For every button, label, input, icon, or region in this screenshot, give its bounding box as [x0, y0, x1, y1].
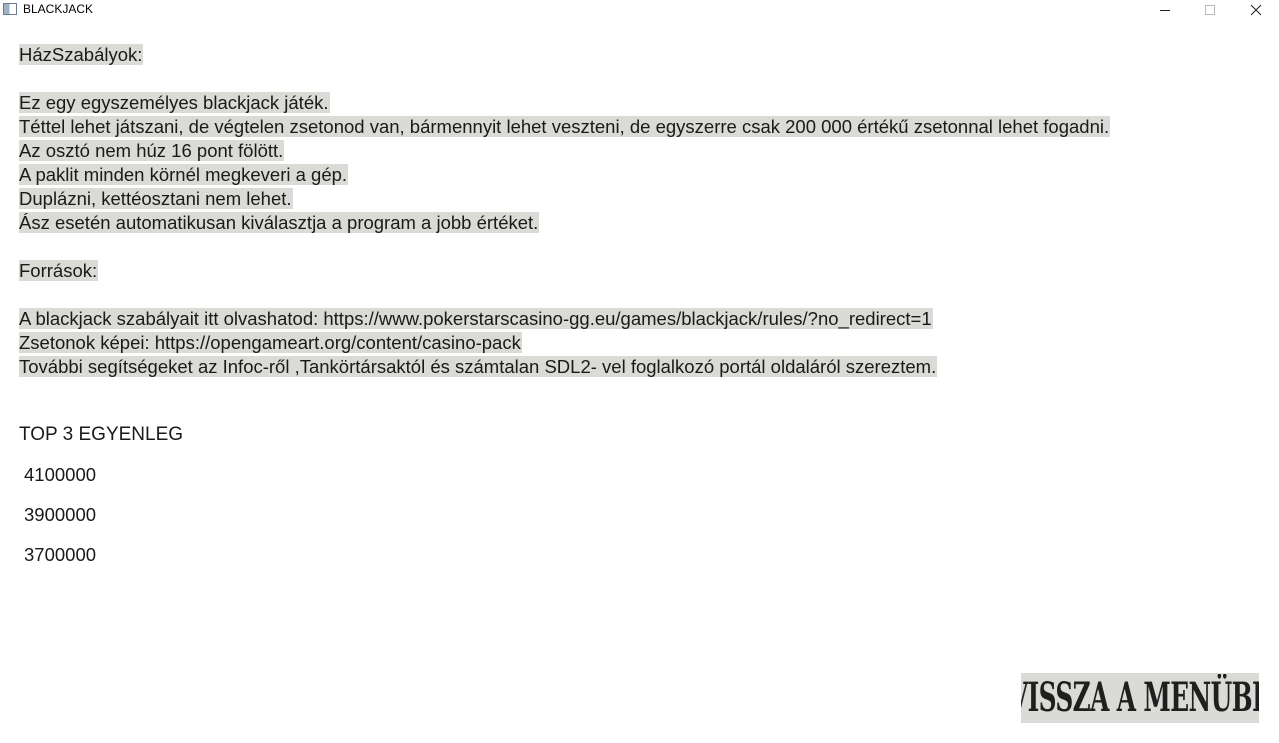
window-app-icon — [3, 3, 17, 15]
back-to-menu-button[interactable]: VISSZA A MENÜBE — [1021, 673, 1259, 723]
rule-text: Az osztó nem húz 16 pont fölött. — [19, 140, 285, 161]
source-text: További segítségeket az Infoc-ről ,Tankö… — [19, 356, 938, 377]
rule-line: Ez egy egyszemélyes blackjack játék. — [19, 91, 1110, 115]
back-to-menu-label: VISSZA A MENÜBE — [1021, 674, 1259, 721]
minimize-icon — [1160, 9, 1170, 11]
source-text: A blackjack szabályait itt olvashatod: h… — [19, 308, 933, 329]
window-title: BLACKJACK — [23, 2, 94, 16]
close-icon — [1250, 4, 1262, 16]
rules-heading: HázSzabályok: — [19, 44, 144, 65]
source-line: A blackjack szabályait itt olvashatod: h… — [19, 307, 1110, 331]
rule-line: A paklit minden körnél megkeveri a gép. — [19, 163, 1110, 187]
rule-text: Ez egy egyszemélyes blackjack játék. — [19, 92, 330, 113]
maximize-button[interactable] — [1187, 0, 1233, 20]
rule-text: A paklit minden körnél megkeveri a gép. — [19, 164, 349, 185]
minimize-button[interactable] — [1142, 0, 1188, 20]
close-button[interactable] — [1233, 0, 1279, 20]
rule-text: Ász esetén automatikusan kiválasztja a p… — [19, 212, 540, 233]
rule-line: Téttel lehet játszani, de végtelen zseto… — [19, 115, 1111, 139]
rules-panel: HázSzabályok: Ez egy egyszemélyes blackj… — [19, 43, 1111, 379]
leaderboard-score: 3700000 — [24, 544, 97, 565]
rule-text: Téttel lehet játszani, de végtelen zseto… — [19, 116, 1111, 137]
rule-line: Duplázni, kettéosztani nem lehet. — [19, 187, 1110, 211]
leaderboard-score: 3900000 — [24, 504, 97, 525]
source-line: Zsetonok képei: https://opengameart.org/… — [19, 331, 1110, 355]
rule-line: Ász esetén automatikusan kiválasztja a p… — [19, 211, 1110, 235]
leaderboard-title: TOP 3 EGYENLEG — [19, 424, 184, 445]
rules-heading-line: HázSzabályok: — [19, 43, 1110, 67]
sources-heading-line: Források: — [19, 259, 1110, 283]
maximize-icon — [1205, 5, 1215, 15]
source-text: Zsetonok képei: https://opengameart.org/… — [19, 332, 522, 353]
sources-heading: Források: — [19, 260, 99, 281]
window-titlebar[interactable]: BLACKJACK — [0, 0, 1279, 20]
source-line: További segítségeket az Infoc-ről ,Tankö… — [19, 355, 1110, 379]
rule-text: Duplázni, kettéosztani nem lehet. — [19, 188, 293, 209]
leaderboard-score: 4100000 — [24, 464, 97, 485]
rule-line: Az osztó nem húz 16 pont fölött. — [19, 139, 1110, 163]
